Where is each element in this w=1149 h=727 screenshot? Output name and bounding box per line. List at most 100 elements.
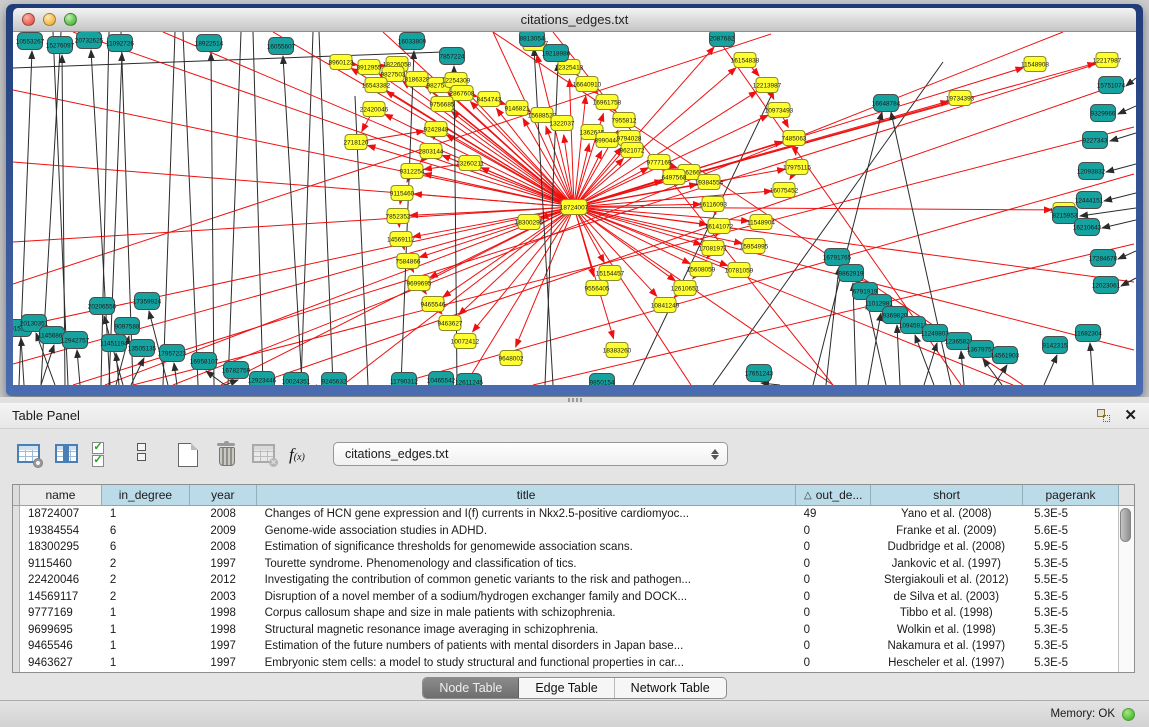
cell-in_degree: 1 xyxy=(102,624,190,636)
cell-pagerank: 5.3E-5 xyxy=(1022,607,1118,619)
network-canvas[interactable]: 1872400789601238912955182260589827503818… xyxy=(13,32,1136,385)
column-header-short[interactable]: short xyxy=(871,485,1023,505)
table-row[interactable]: 977716911998Corpus callosum shape and si… xyxy=(20,605,1118,622)
graph-edge xyxy=(1044,355,1057,385)
delete-column-icon[interactable] xyxy=(213,441,240,468)
new-column-icon[interactable] xyxy=(175,441,202,468)
graph-node-label: 14569117 xyxy=(387,236,415,243)
cell-in_degree: 6 xyxy=(102,525,190,537)
table-panel-header: Table Panel ✕ xyxy=(0,403,1149,429)
graph-node-label: 12093832 xyxy=(1077,168,1106,175)
graph-edge xyxy=(414,194,574,207)
function-builder-icon[interactable]: f(x) xyxy=(289,441,316,468)
table-tabs: Node TableEdge TableNetwork Table xyxy=(422,677,726,699)
column-header-pagerank[interactable]: pagerank xyxy=(1023,485,1119,505)
graph-node-label: 7857224 xyxy=(440,53,465,60)
graph-edge xyxy=(77,350,80,385)
table-row[interactable]: 1872400712008Changes of HCN gene express… xyxy=(20,506,1118,523)
graph-node-label: 19218986 xyxy=(542,50,571,57)
graph-node-label: 9312254 xyxy=(400,168,425,175)
graph-node-label: 13260211 xyxy=(456,160,484,167)
graph-node-label: 11548904 xyxy=(747,219,775,226)
float-icon[interactable] xyxy=(1097,409,1110,422)
graph-node-label: 6497568 xyxy=(662,174,687,181)
graph-node-label: 10072412 xyxy=(451,338,480,345)
minimize-window-button[interactable] xyxy=(43,13,56,26)
table-selector-dropdown[interactable]: citations_edges.txt xyxy=(333,442,728,466)
graph-node-label: 9142315 xyxy=(1043,342,1068,349)
graph-node-label: 12325413 xyxy=(555,64,584,71)
splitter-grip-icon[interactable] xyxy=(568,398,582,402)
table-row[interactable]: 969969511998Structural magnetic resonanc… xyxy=(20,622,1118,639)
zoom-window-button[interactable] xyxy=(64,13,77,26)
table-selector-value: citations_edges.txt xyxy=(345,447,449,461)
graph-node-label: 9777169 xyxy=(647,159,672,166)
graph-node-label: 18922514 xyxy=(195,40,224,47)
table-row[interactable]: 1830029562008Estimation of significance … xyxy=(20,539,1118,556)
graph-node-label: 9245632 xyxy=(322,378,347,385)
graph-edge xyxy=(1118,251,1136,259)
cell-in_degree: 2 xyxy=(102,591,190,603)
cell-in_degree: 1 xyxy=(102,607,190,619)
column-header-in_degree[interactable]: in_degree xyxy=(102,485,190,505)
graph-node-label: 19384554 xyxy=(695,179,724,186)
column-header-out_degree[interactable]: △out_de... xyxy=(796,485,871,505)
cell-name: 19384554 xyxy=(20,525,102,537)
cell-out_degree: 0 xyxy=(796,607,871,619)
table-settings-icon[interactable] xyxy=(16,441,43,468)
graph-edge xyxy=(343,207,574,385)
graph-node-label: 16116093 xyxy=(699,201,727,208)
graph-node-label: 16141072 xyxy=(705,223,734,230)
vertical-scrollbar[interactable] xyxy=(1118,506,1134,672)
graph-node-label: 9621072 xyxy=(620,147,645,154)
table-row[interactable]: 946362711997Embryonic stem cells: a mode… xyxy=(20,655,1118,672)
node-table: name in_degreeyeartitle△out_de...shortpag… xyxy=(12,484,1135,673)
table-row[interactable]: 1938455462009Genome-wide association stu… xyxy=(20,523,1118,540)
column-header-title[interactable]: title xyxy=(257,485,797,505)
graph-node-label: 12444151 xyxy=(1075,197,1104,204)
table-row[interactable]: 946554611997Estimation of the future num… xyxy=(20,638,1118,655)
column-header-year[interactable]: year xyxy=(190,485,257,505)
table-header-row: name in_degreeyeartitle△out_de...shortpag… xyxy=(13,485,1134,506)
column-header-name[interactable]: name xyxy=(20,485,102,505)
close-icon[interactable]: ✕ xyxy=(1124,409,1137,422)
column-display-icon[interactable] xyxy=(54,441,81,468)
memory-indicator-icon[interactable] xyxy=(1122,708,1135,721)
table-row[interactable]: 1456911722003Disruption of a novel membe… xyxy=(20,589,1118,606)
cell-pagerank: 5.3E-5 xyxy=(1022,558,1118,570)
network-window-titlebar[interactable]: citations_edges.txt xyxy=(13,8,1136,32)
graph-node-label: 16648784 xyxy=(872,100,901,107)
network-view[interactable]: 1872400789601238912955182260589827503818… xyxy=(13,32,1136,385)
cell-name: 9465546 xyxy=(20,640,102,652)
graph-node-label: 22420046 xyxy=(360,106,389,113)
graph-node-label: 14561903 xyxy=(991,352,1020,359)
graph-node-label: 19734393 xyxy=(946,95,975,102)
cell-title: Disruption of a novel member of a sodium… xyxy=(257,591,796,603)
tab-edge-table[interactable]: Edge Table xyxy=(519,678,614,698)
graph-edge xyxy=(1126,78,1136,86)
graph-edge xyxy=(1102,220,1136,228)
graph-node-label: 12610651 xyxy=(671,285,700,292)
select-columns-icon[interactable]: ✓✓ xyxy=(92,439,119,469)
graph-node-label: 16075452 xyxy=(770,187,799,194)
tab-node-table[interactable]: Node Table xyxy=(423,678,519,698)
row-layout-icon[interactable] xyxy=(130,439,164,470)
tab-network-table[interactable]: Network Table xyxy=(615,678,726,698)
cell-out_degree: 0 xyxy=(796,624,871,636)
table-panel: Table Panel ✕ ✓✓ ✕ f(x) citations_edges.… xyxy=(0,403,1149,700)
graph-node-label: 11790312 xyxy=(390,378,418,385)
close-window-button[interactable] xyxy=(22,13,35,26)
column-header-label: name xyxy=(45,488,75,502)
network-window[interactable]: citations_edges.txt 18724007896012389129… xyxy=(6,4,1143,396)
graph-node-label: 8912955 xyxy=(357,64,382,71)
graph-node-label: 8960123 xyxy=(329,59,354,66)
graph-edge xyxy=(443,207,574,297)
table-row[interactable]: 2242004622012Investigating the contribut… xyxy=(20,572,1118,589)
scrollbar-thumb[interactable] xyxy=(1120,508,1131,542)
delete-table-icon[interactable]: ✕ xyxy=(251,441,278,468)
memory-status-label: Memory: OK xyxy=(1050,708,1115,720)
graph-node-label: 8454743 xyxy=(477,96,502,103)
cell-out_degree: 0 xyxy=(796,640,871,652)
graph-node-label: 17975115 xyxy=(783,164,811,171)
table-row[interactable]: 911546021997Tourette syndrome. Phenomeno… xyxy=(20,556,1118,573)
